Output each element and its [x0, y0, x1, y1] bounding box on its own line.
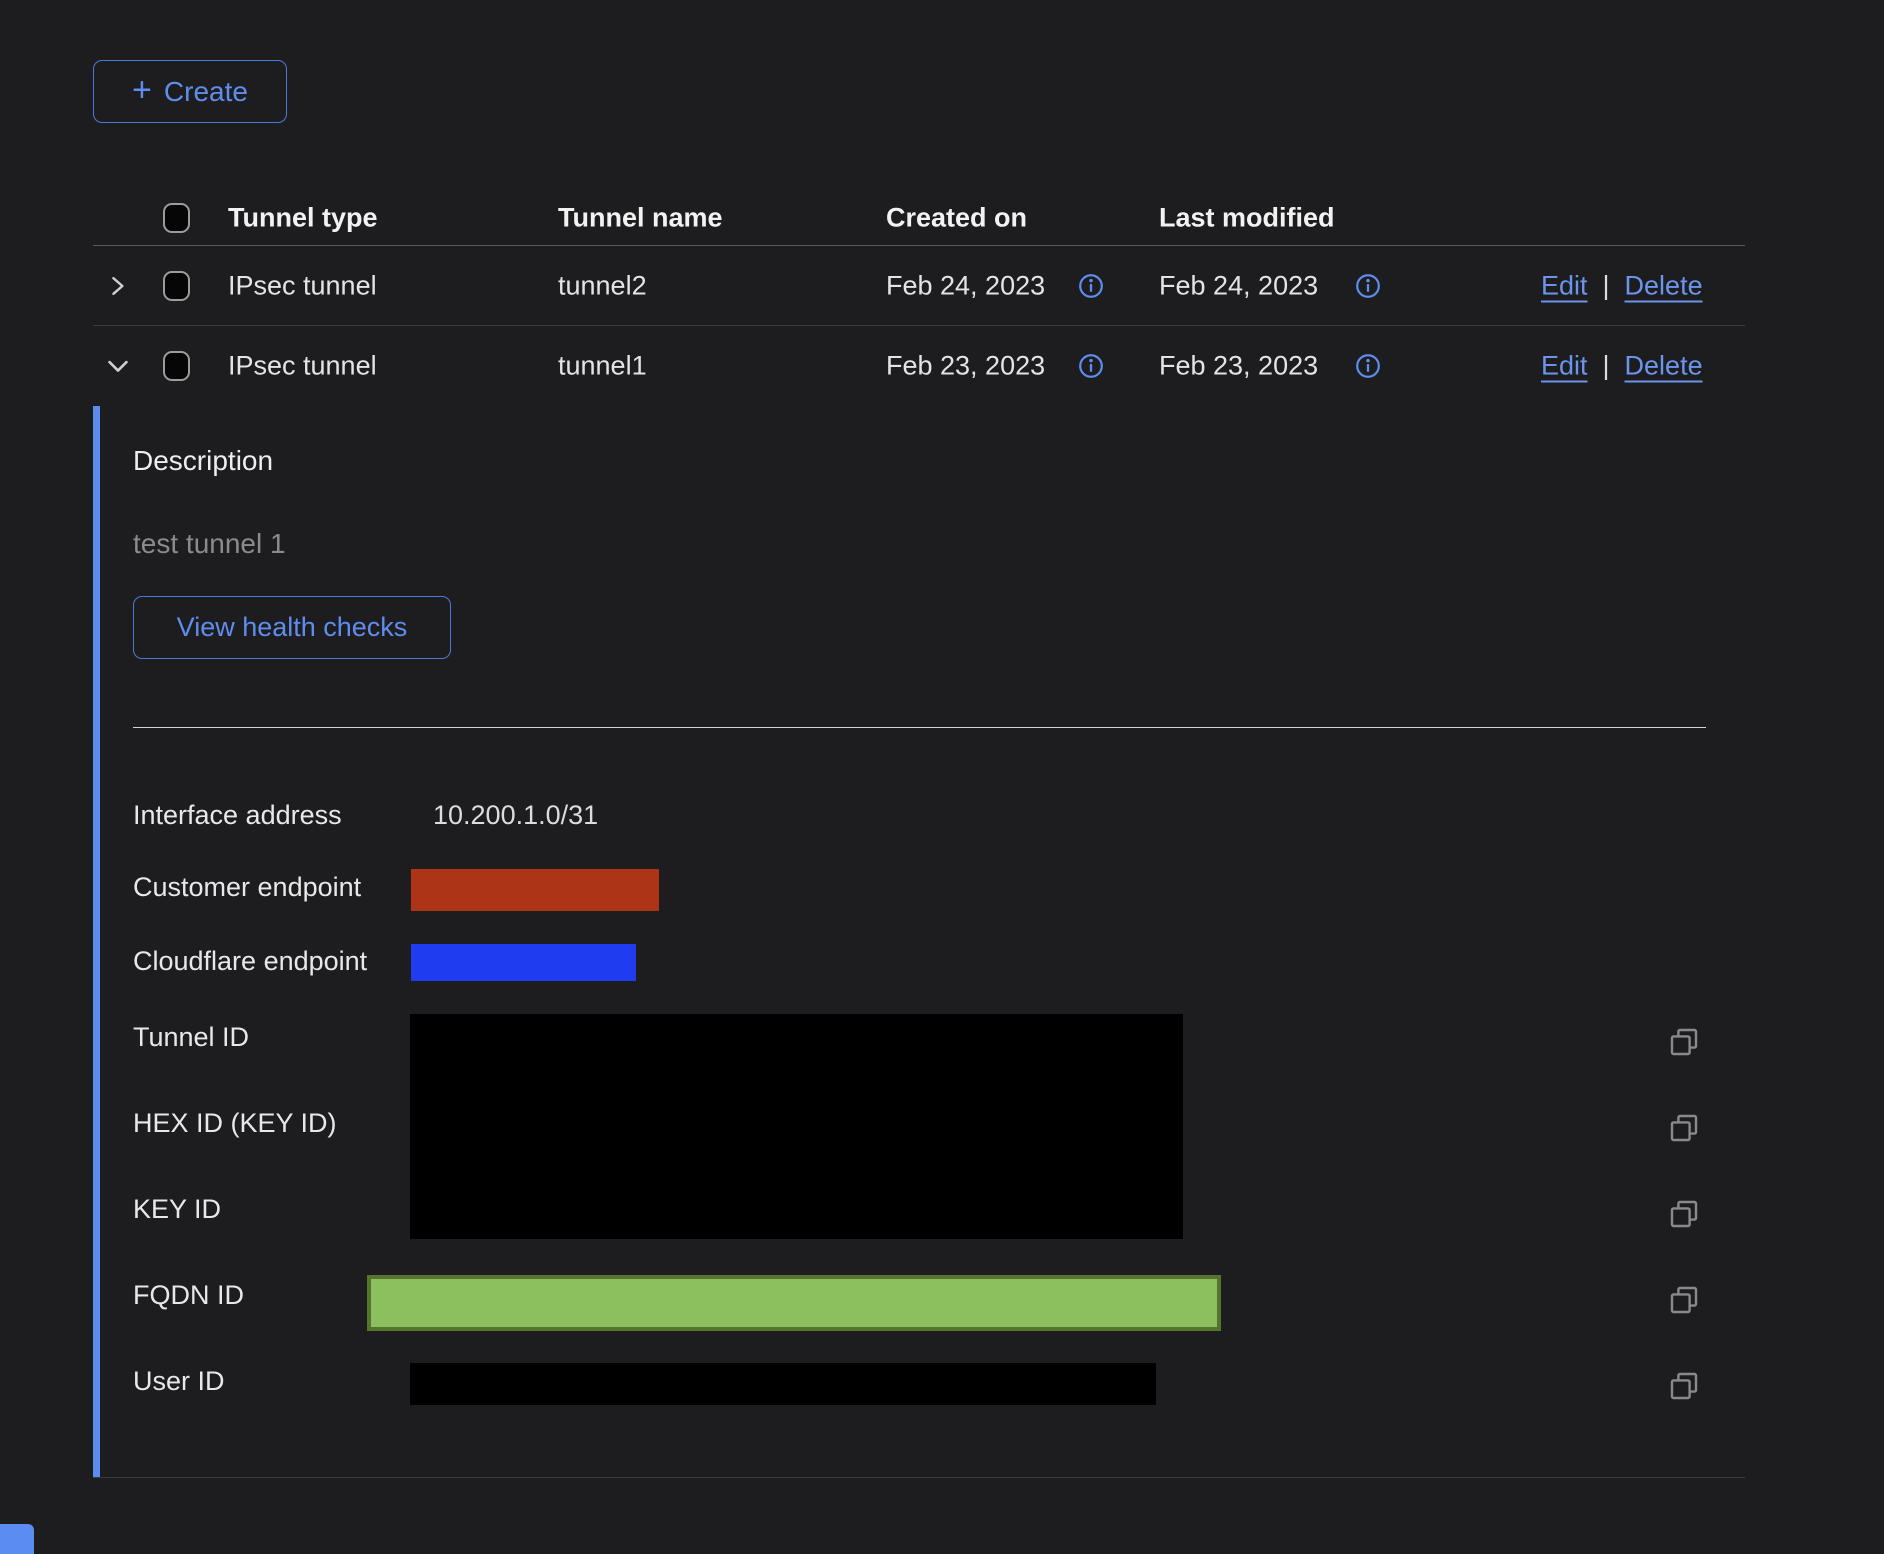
view-health-checks-button[interactable]: View health checks: [133, 596, 451, 659]
action-separator: |: [1603, 270, 1610, 301]
view-health-checks-label: View health checks: [177, 612, 408, 643]
plus-icon: +: [132, 73, 152, 107]
chevron-right-icon[interactable]: [105, 274, 129, 298]
tunnel-name: tunnel2: [558, 270, 647, 301]
info-icon[interactable]: [1078, 273, 1104, 299]
fqdn-id-redaction: [367, 1275, 1221, 1331]
description-value: test tunnel 1: [133, 528, 286, 560]
tunnel-type: IPsec tunnel: [228, 270, 377, 301]
section-divider: [133, 727, 1706, 728]
tunnel-name: tunnel1: [558, 351, 647, 382]
cloudflare-endpoint-redaction: [411, 944, 636, 981]
last-modified-value: Feb 23, 2023: [1159, 351, 1318, 382]
table-row: IPsec tunnel tunnel2 Feb 24, 2023 Feb 24…: [93, 246, 1745, 326]
fqdn-id-label: FQDN ID: [133, 1280, 244, 1311]
bottom-left-accent: [0, 1524, 34, 1554]
copy-icon[interactable]: [1668, 1026, 1700, 1058]
last-modified-value: Feb 24, 2023: [1159, 270, 1318, 301]
column-last-modified: Last modified: [1159, 202, 1335, 233]
hex-id-label: HEX ID (KEY ID): [133, 1108, 337, 1139]
info-icon[interactable]: [1355, 273, 1381, 299]
cloudflare-endpoint-label: Cloudflare endpoint: [133, 946, 367, 977]
user-id-label: User ID: [133, 1366, 225, 1397]
expanded-accent-bar: [93, 406, 100, 1477]
customer-endpoint-label: Customer endpoint: [133, 872, 361, 903]
column-created-on: Created on: [886, 202, 1027, 233]
chevron-down-icon[interactable]: [105, 353, 131, 379]
table-header: Tunnel type Tunnel name Created on Last …: [93, 190, 1745, 246]
tunnel-detail-panel: Description test tunnel 1 View health ch…: [93, 406, 1745, 1478]
create-button-label: Create: [164, 76, 248, 108]
description-label: Description: [133, 445, 273, 477]
row-checkbox[interactable]: [163, 351, 190, 381]
info-icon[interactable]: [1355, 353, 1381, 379]
row-checkbox[interactable]: [163, 271, 190, 301]
created-on-value: Feb 23, 2023: [886, 351, 1045, 382]
created-on-value: Feb 24, 2023: [886, 270, 1045, 301]
column-tunnel-name: Tunnel name: [558, 202, 723, 233]
copy-icon[interactable]: [1668, 1112, 1700, 1144]
action-separator: |: [1603, 351, 1610, 382]
create-button[interactable]: + Create: [93, 60, 287, 123]
interface-address-value: 10.200.1.0/31: [433, 800, 598, 831]
tunnel-type: IPsec tunnel: [228, 351, 377, 382]
user-id-redaction: [410, 1363, 1156, 1405]
column-tunnel-type: Tunnel type: [228, 202, 378, 233]
copy-icon[interactable]: [1668, 1284, 1700, 1316]
ids-redaction: [410, 1014, 1183, 1239]
edit-link[interactable]: Edit: [1541, 351, 1588, 382]
delete-link[interactable]: Delete: [1625, 270, 1703, 301]
copy-icon[interactable]: [1668, 1198, 1700, 1230]
key-id-label: KEY ID: [133, 1194, 221, 1225]
table-row: IPsec tunnel tunnel1 Feb 23, 2023 Feb 23…: [93, 326, 1745, 406]
edit-link[interactable]: Edit: [1541, 270, 1588, 301]
tunnel-id-label: Tunnel ID: [133, 1022, 249, 1053]
info-icon[interactable]: [1078, 353, 1104, 379]
customer-endpoint-redaction: [411, 869, 659, 911]
interface-address-label: Interface address: [133, 800, 342, 831]
copy-icon[interactable]: [1668, 1370, 1700, 1402]
select-all-checkbox[interactable]: [163, 203, 190, 233]
tunnels-page: + Create Tunnel type Tunnel name Created…: [0, 0, 1884, 1554]
delete-link[interactable]: Delete: [1625, 351, 1703, 382]
